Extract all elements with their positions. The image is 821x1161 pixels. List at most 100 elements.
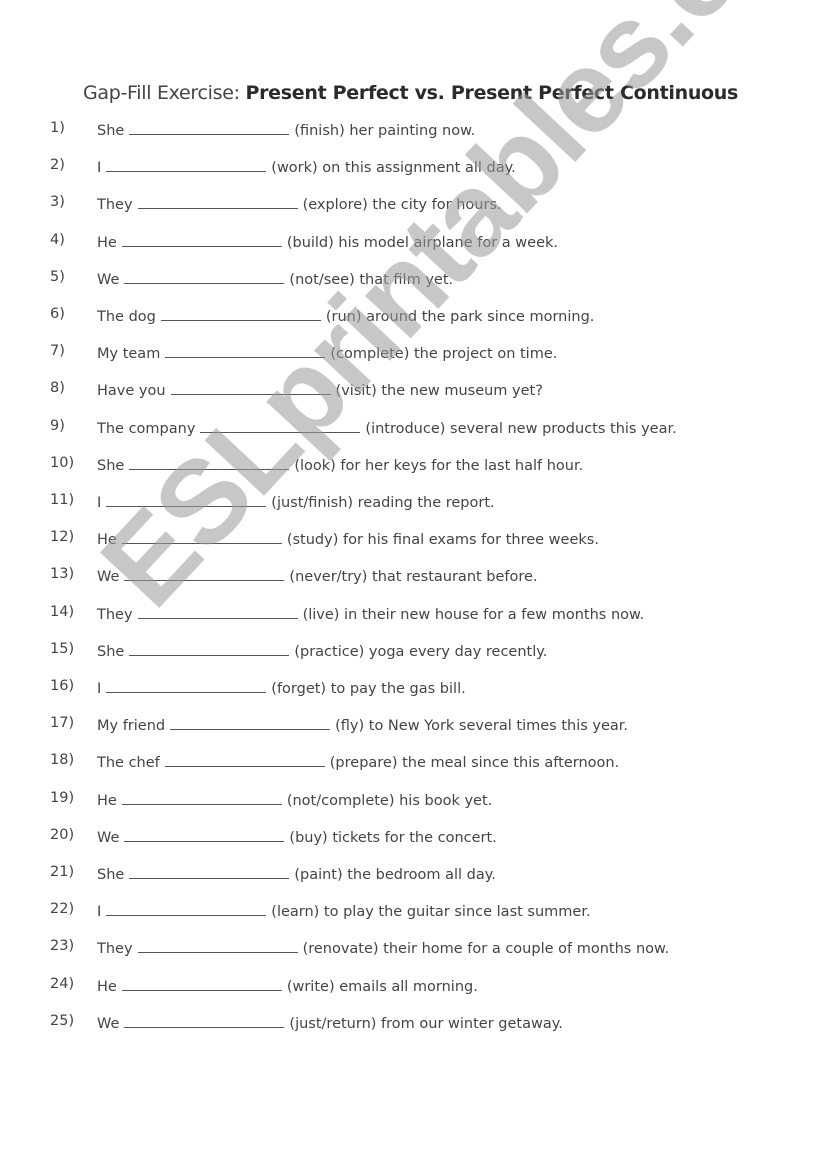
item-number: 14) — [50, 603, 75, 620]
item-verb-prompt: (introduce) several new products this ye… — [365, 420, 677, 437]
answer-blank[interactable] — [124, 827, 285, 842]
answer-blank[interactable] — [106, 492, 267, 507]
item-number: 7) — [50, 343, 65, 360]
item-subject: The company — [97, 420, 196, 437]
item-number: 17) — [50, 715, 75, 732]
item-verb-prompt: (write) emails all morning. — [286, 978, 478, 995]
item-sentence: I (just/finish) reading the report. — [97, 492, 495, 511]
item-sentence: She (look) for her keys for the last half… — [97, 455, 583, 474]
item-sentence: We (buy) tickets for the concert. — [97, 827, 497, 846]
item-verb-prompt: (complete) the project on time. — [330, 346, 558, 363]
item-sentence: She (paint) the bedroom all day. — [97, 864, 496, 883]
answer-blank[interactable] — [129, 864, 290, 879]
item-number: 22) — [50, 901, 75, 918]
item-subject: I — [97, 904, 102, 921]
item-subject: I — [97, 160, 102, 177]
item-verb-prompt: (buy) tickets for the concert. — [289, 829, 497, 846]
item-number: 13) — [50, 566, 75, 583]
item-number: 16) — [50, 678, 75, 694]
answer-blank[interactable] — [200, 418, 361, 433]
item-subject: She — [97, 123, 125, 139]
answer-blank[interactable] — [129, 641, 290, 656]
item-number: 5) — [50, 268, 65, 285]
item-number: 2) — [50, 157, 65, 174]
answer-blank[interactable] — [170, 715, 331, 731]
answer-blank[interactable] — [106, 678, 267, 693]
item-verb-prompt: (paint) the bedroom all day. — [294, 867, 496, 883]
answer-blank[interactable] — [129, 455, 290, 470]
item-sentence: They (live) in their new house for a few … — [97, 604, 644, 623]
answer-blank[interactable] — [121, 976, 282, 991]
item-subject: The chef — [97, 755, 160, 772]
item-verb-prompt: (not/see) that film yet. — [289, 271, 454, 288]
item-sentence: We (not/see) that film yet. — [97, 269, 453, 288]
item-number: 15) — [50, 640, 75, 657]
item-number: 1) — [50, 120, 65, 136]
answer-blank[interactable] — [137, 938, 298, 954]
item-sentence: He (write) emails all morning. — [97, 976, 478, 995]
item-number: 12) — [50, 529, 75, 546]
item-number: 6) — [50, 306, 65, 322]
item-sentence: The company (introduce) several new produ… — [97, 418, 677, 437]
item-verb-prompt: (just/finish) reading the report. — [271, 495, 495, 511]
item-number: 9) — [50, 417, 65, 434]
title-topic: Present Perfect vs. Present Perfect Cont… — [245, 82, 739, 104]
item-sentence: My friend (fly) to New York several times… — [97, 715, 628, 734]
answer-blank[interactable] — [170, 380, 331, 396]
answer-blank[interactable] — [124, 1013, 285, 1028]
item-sentence: My team (complete) the project on time. — [97, 343, 557, 362]
answer-blank[interactable] — [160, 306, 321, 321]
answer-blank[interactable] — [124, 269, 285, 284]
item-verb-prompt: (not/complete) his book yet. — [286, 792, 493, 809]
item-subject: My friend — [97, 718, 166, 735]
item-number: 23) — [50, 938, 75, 955]
item-sentence: Have you (visit) the new museum yet? — [97, 380, 543, 399]
item-subject: Have you — [97, 383, 166, 400]
item-number: 18) — [50, 752, 75, 769]
item-sentence: I (forget) to pay the gas bill. — [97, 678, 466, 697]
answer-blank[interactable] — [124, 566, 285, 582]
item-verb-prompt: (run) around the park since morning. — [325, 309, 595, 325]
item-subject: We — [97, 1015, 120, 1032]
answer-blank[interactable] — [165, 343, 326, 359]
answer-blank[interactable] — [129, 120, 290, 135]
item-sentence: I (learn) to play the guitar since last s… — [97, 901, 591, 920]
item-verb-prompt: (visit) the new museum yet? — [335, 383, 543, 400]
item-verb-prompt: (look) for her keys for the last half ho… — [294, 457, 584, 474]
item-number: 11) — [50, 492, 75, 508]
item-subject: My team — [97, 346, 161, 363]
item-sentence: She (practice) yoga every day recently. — [97, 641, 547, 660]
item-subject: The dog — [97, 309, 156, 325]
answer-blank[interactable] — [137, 604, 298, 619]
item-subject: We — [97, 271, 120, 288]
item-sentence: They (renovate) their home for a couple o… — [97, 938, 669, 957]
item-verb-prompt: (prepare) the meal since this afternoon. — [329, 755, 620, 772]
answer-blank[interactable] — [106, 157, 267, 173]
item-subject: He — [97, 234, 117, 251]
item-verb-prompt: (build) his model airplane for a week. — [286, 234, 559, 251]
answer-blank[interactable] — [137, 194, 298, 210]
title-prefix: Gap-Fill Exercise: — [82, 82, 246, 104]
item-verb-prompt: (work) on this assignment all day. — [271, 160, 516, 177]
answer-blank[interactable] — [121, 232, 282, 247]
item-subject: He — [97, 978, 117, 995]
answer-blank[interactable] — [121, 529, 282, 545]
item-subject: He — [97, 792, 117, 809]
answer-blank[interactable] — [106, 901, 267, 917]
answer-blank[interactable] — [121, 790, 282, 805]
item-sentence: We (never/try) that restaurant before. — [97, 566, 538, 585]
item-number: 3) — [50, 194, 65, 211]
item-verb-prompt: (renovate) their home for a couple of mo… — [302, 941, 670, 958]
item-verb-prompt: (forget) to pay the gas bill. — [271, 681, 466, 697]
item-sentence: I (work) on this assignment all day. — [97, 157, 516, 176]
item-subject: She — [97, 643, 125, 660]
item-subject: They — [97, 197, 133, 214]
item-verb-prompt: (explore) the city for hours. — [302, 197, 502, 214]
answer-blank[interactable] — [164, 752, 325, 768]
item-subject: I — [97, 495, 102, 511]
item-verb-prompt: (just/return) from our winter getaway. — [289, 1015, 563, 1032]
item-verb-prompt: (practice) yoga every day recently. — [294, 643, 548, 660]
item-sentence: They (explore) the city for hours. — [97, 194, 502, 213]
worksheet-title: Gap-Fill Exercise: Present Perfect vs. P… — [0, 82, 821, 104]
item-number: 10) — [50, 454, 75, 471]
